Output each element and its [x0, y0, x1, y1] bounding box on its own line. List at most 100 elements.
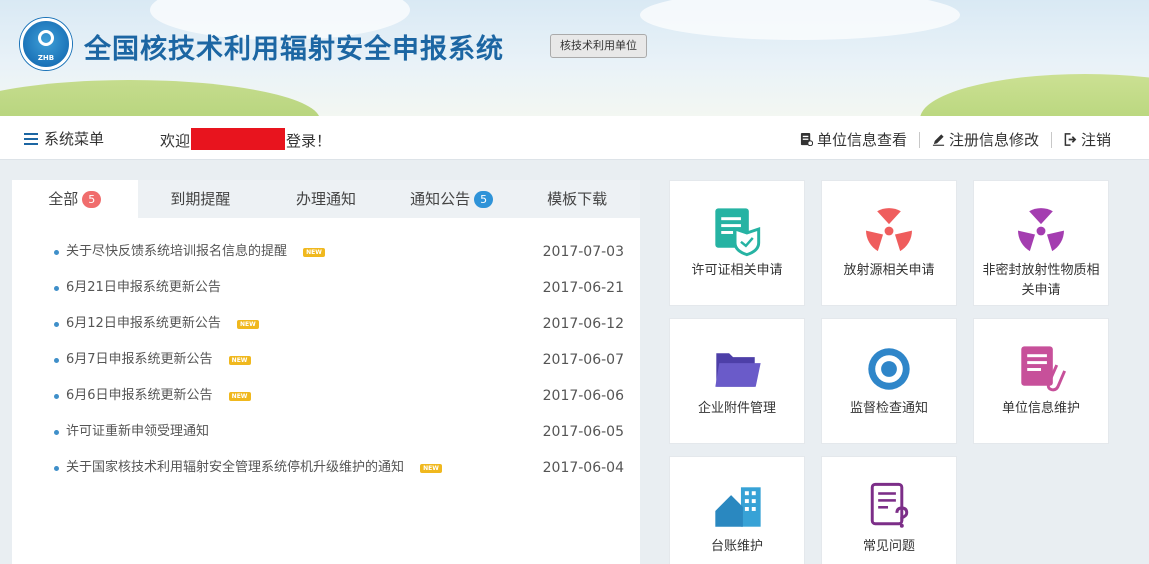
news-title: 6月21日申报系统更新公告: [66, 280, 221, 295]
ledger-icon: [715, 487, 761, 527]
tile-label: 许可证相关申请: [691, 263, 783, 278]
tile-label: 常见问题: [862, 539, 915, 554]
news-title: 许可证重新申领受理通知: [66, 424, 210, 439]
logo-emblem-icon: [38, 30, 54, 46]
bullet-icon: [54, 430, 59, 435]
welcome-prefix: 欢迎: [160, 132, 191, 150]
tile-unsealed-material[interactable]: 非密封放射性物质相关申请: [973, 180, 1109, 306]
news-date: 2017-06-05: [542, 424, 624, 440]
announcement-tabs: 全部 5 到期提醒 办理通知 通知公告 5 模板下载: [12, 180, 640, 218]
hill-decoration: [0, 80, 320, 116]
bullet-icon: [54, 358, 59, 363]
logout-icon: [1064, 133, 1077, 146]
tab-template-download[interactable]: 模板下载: [514, 180, 640, 218]
logo-text: ZHB: [37, 54, 55, 62]
new-tag-icon: NEW: [228, 392, 251, 401]
folder-icon: [715, 353, 761, 387]
news-title: 6月7日申报系统更新公告: [66, 352, 213, 367]
tile-attachment-management[interactable]: 企业附件管理: [669, 318, 805, 444]
header-banner: ZHB 全国核技术利用辐射安全申报系统 核技术利用单位: [0, 0, 1149, 116]
list-item[interactable]: 关于尽快反馈系统培训报名信息的提醒 NEW 2017-07-03: [12, 234, 640, 270]
unit-info-link[interactable]: 单位信息查看: [800, 129, 907, 150]
news-date: 2017-06-07: [542, 352, 624, 368]
site-title: 全国核技术利用辐射安全申报系统: [84, 34, 504, 65]
list-item[interactable]: 6月21日申报系统更新公告 2017-06-21: [12, 270, 640, 306]
tab-label: 到期提醒: [170, 190, 231, 208]
tile-inspection-notice[interactable]: 监督检查通知: [821, 318, 957, 444]
list-item[interactable]: 许可证重新申领受理通知 2017-06-05: [12, 414, 640, 450]
divider: [918, 131, 920, 148]
question-doc-icon: [870, 482, 909, 528]
top-nav: 系统菜单 欢迎 登录！ 单位信息查看 注册信息修改 注销: [0, 116, 1149, 160]
tile-label: 企业附件管理: [697, 401, 776, 416]
eye-icon: [868, 348, 910, 390]
bullet-icon: [54, 286, 59, 291]
unit-info-label: 单位信息查看: [816, 131, 907, 149]
logout-label: 注销: [1080, 131, 1111, 149]
system-menu-button[interactable]: 系统菜单: [24, 128, 104, 149]
tab-label: 办理通知: [295, 190, 356, 208]
welcome-suffix: 登录！: [286, 132, 332, 150]
document-icon: [800, 133, 813, 146]
bullet-icon: [54, 250, 59, 255]
tile-label: 台账维护: [710, 539, 763, 554]
radiation-icon: [1018, 208, 1064, 252]
tab-all[interactable]: 全部 5: [12, 180, 138, 218]
cloud-decoration: [640, 0, 960, 40]
license-shield-icon: [715, 208, 761, 257]
site-logo[interactable]: ZHB: [20, 18, 72, 70]
news-date: 2017-07-03: [542, 244, 624, 260]
document-clip-icon: [1021, 346, 1067, 392]
announcements-panel: 全部 5 到期提醒 办理通知 通知公告 5 模板下载 关于尽快反馈系统培训报名信息的…: [12, 180, 640, 564]
list-item[interactable]: 6月12日申报系统更新公告 NEW 2017-06-12: [12, 306, 640, 342]
edit-registration-link[interactable]: 注册信息修改: [932, 129, 1039, 150]
tile-label: 非密封放射性物质相关申请: [982, 263, 1100, 298]
redacted-username: [191, 128, 286, 150]
tile-label: 监督检查通知: [849, 401, 928, 416]
tile-unit-info-maintenance[interactable]: 单位信息维护: [973, 318, 1109, 444]
new-tag-icon: NEW: [303, 248, 326, 257]
list-item[interactable]: 6月6日申报系统更新公告 NEW 2017-06-06: [12, 378, 640, 414]
divider: [1050, 131, 1052, 148]
tab-expiry-reminders[interactable]: 到期提醒: [138, 180, 264, 218]
tile-label: 单位信息维护: [1001, 401, 1080, 416]
tab-label: 模板下载: [547, 190, 608, 208]
logout-link[interactable]: 注销: [1064, 129, 1111, 150]
bullet-icon: [54, 466, 59, 471]
system-menu-label: 系统菜单: [44, 130, 105, 148]
news-title: 6月6日申报系统更新公告: [66, 388, 213, 403]
welcome-message: 欢迎 登录！: [160, 128, 331, 151]
pencil-icon: [932, 134, 945, 146]
edit-registration-label: 注册信息修改: [948, 131, 1039, 149]
tab-label: 全部: [48, 190, 79, 208]
list-item[interactable]: 6月7日申报系统更新公告 NEW 2017-06-07: [12, 342, 640, 378]
news-date: 2017-06-12: [542, 316, 624, 332]
user-links: 单位信息查看 注册信息修改 注销: [800, 129, 1111, 150]
news-title: 关于尽快反馈系统培训报名信息的提醒: [66, 244, 288, 259]
news-title: 6月12日申报系统更新公告: [66, 316, 221, 331]
new-tag-icon: NEW: [228, 356, 251, 365]
news-date: 2017-06-21: [542, 280, 624, 296]
tile-license-application[interactable]: 许可证相关申请: [669, 180, 805, 306]
news-title: 关于国家核技术利用辐射安全管理系统停机升级维护的通知: [66, 460, 405, 475]
news-date: 2017-06-06: [542, 388, 624, 404]
tile-label: 放射源相关申请: [843, 263, 935, 278]
list-menu-icon: [24, 132, 38, 145]
tile-ledger-maintenance[interactable]: 台账维护: [669, 456, 805, 564]
tab-processing-notices[interactable]: 办理通知: [263, 180, 389, 218]
hill-decoration: [920, 74, 1149, 116]
tab-announcements[interactable]: 通知公告 5: [389, 180, 515, 218]
list-item[interactable]: 关于国家核技术利用辐射安全管理系统停机升级维护的通知 NEW 2017-06-04: [12, 450, 640, 486]
radiation-icon: [866, 208, 912, 252]
news-date: 2017-06-04: [542, 460, 624, 476]
new-tag-icon: NEW: [236, 320, 259, 329]
tile-radioactive-source[interactable]: 放射源相关申请: [821, 180, 957, 306]
news-list: 关于尽快反馈系统培训报名信息的提醒 NEW 2017-07-03 6月21日申报系…: [12, 218, 640, 486]
role-badge: 核技术利用单位: [550, 34, 647, 58]
count-badge: 5: [82, 191, 102, 208]
bullet-icon: [54, 394, 59, 399]
tile-faq[interactable]: 常见问题: [821, 456, 957, 564]
count-badge: 5: [474, 191, 494, 208]
tab-label: 通知公告: [410, 190, 471, 208]
new-tag-icon: NEW: [420, 464, 443, 473]
